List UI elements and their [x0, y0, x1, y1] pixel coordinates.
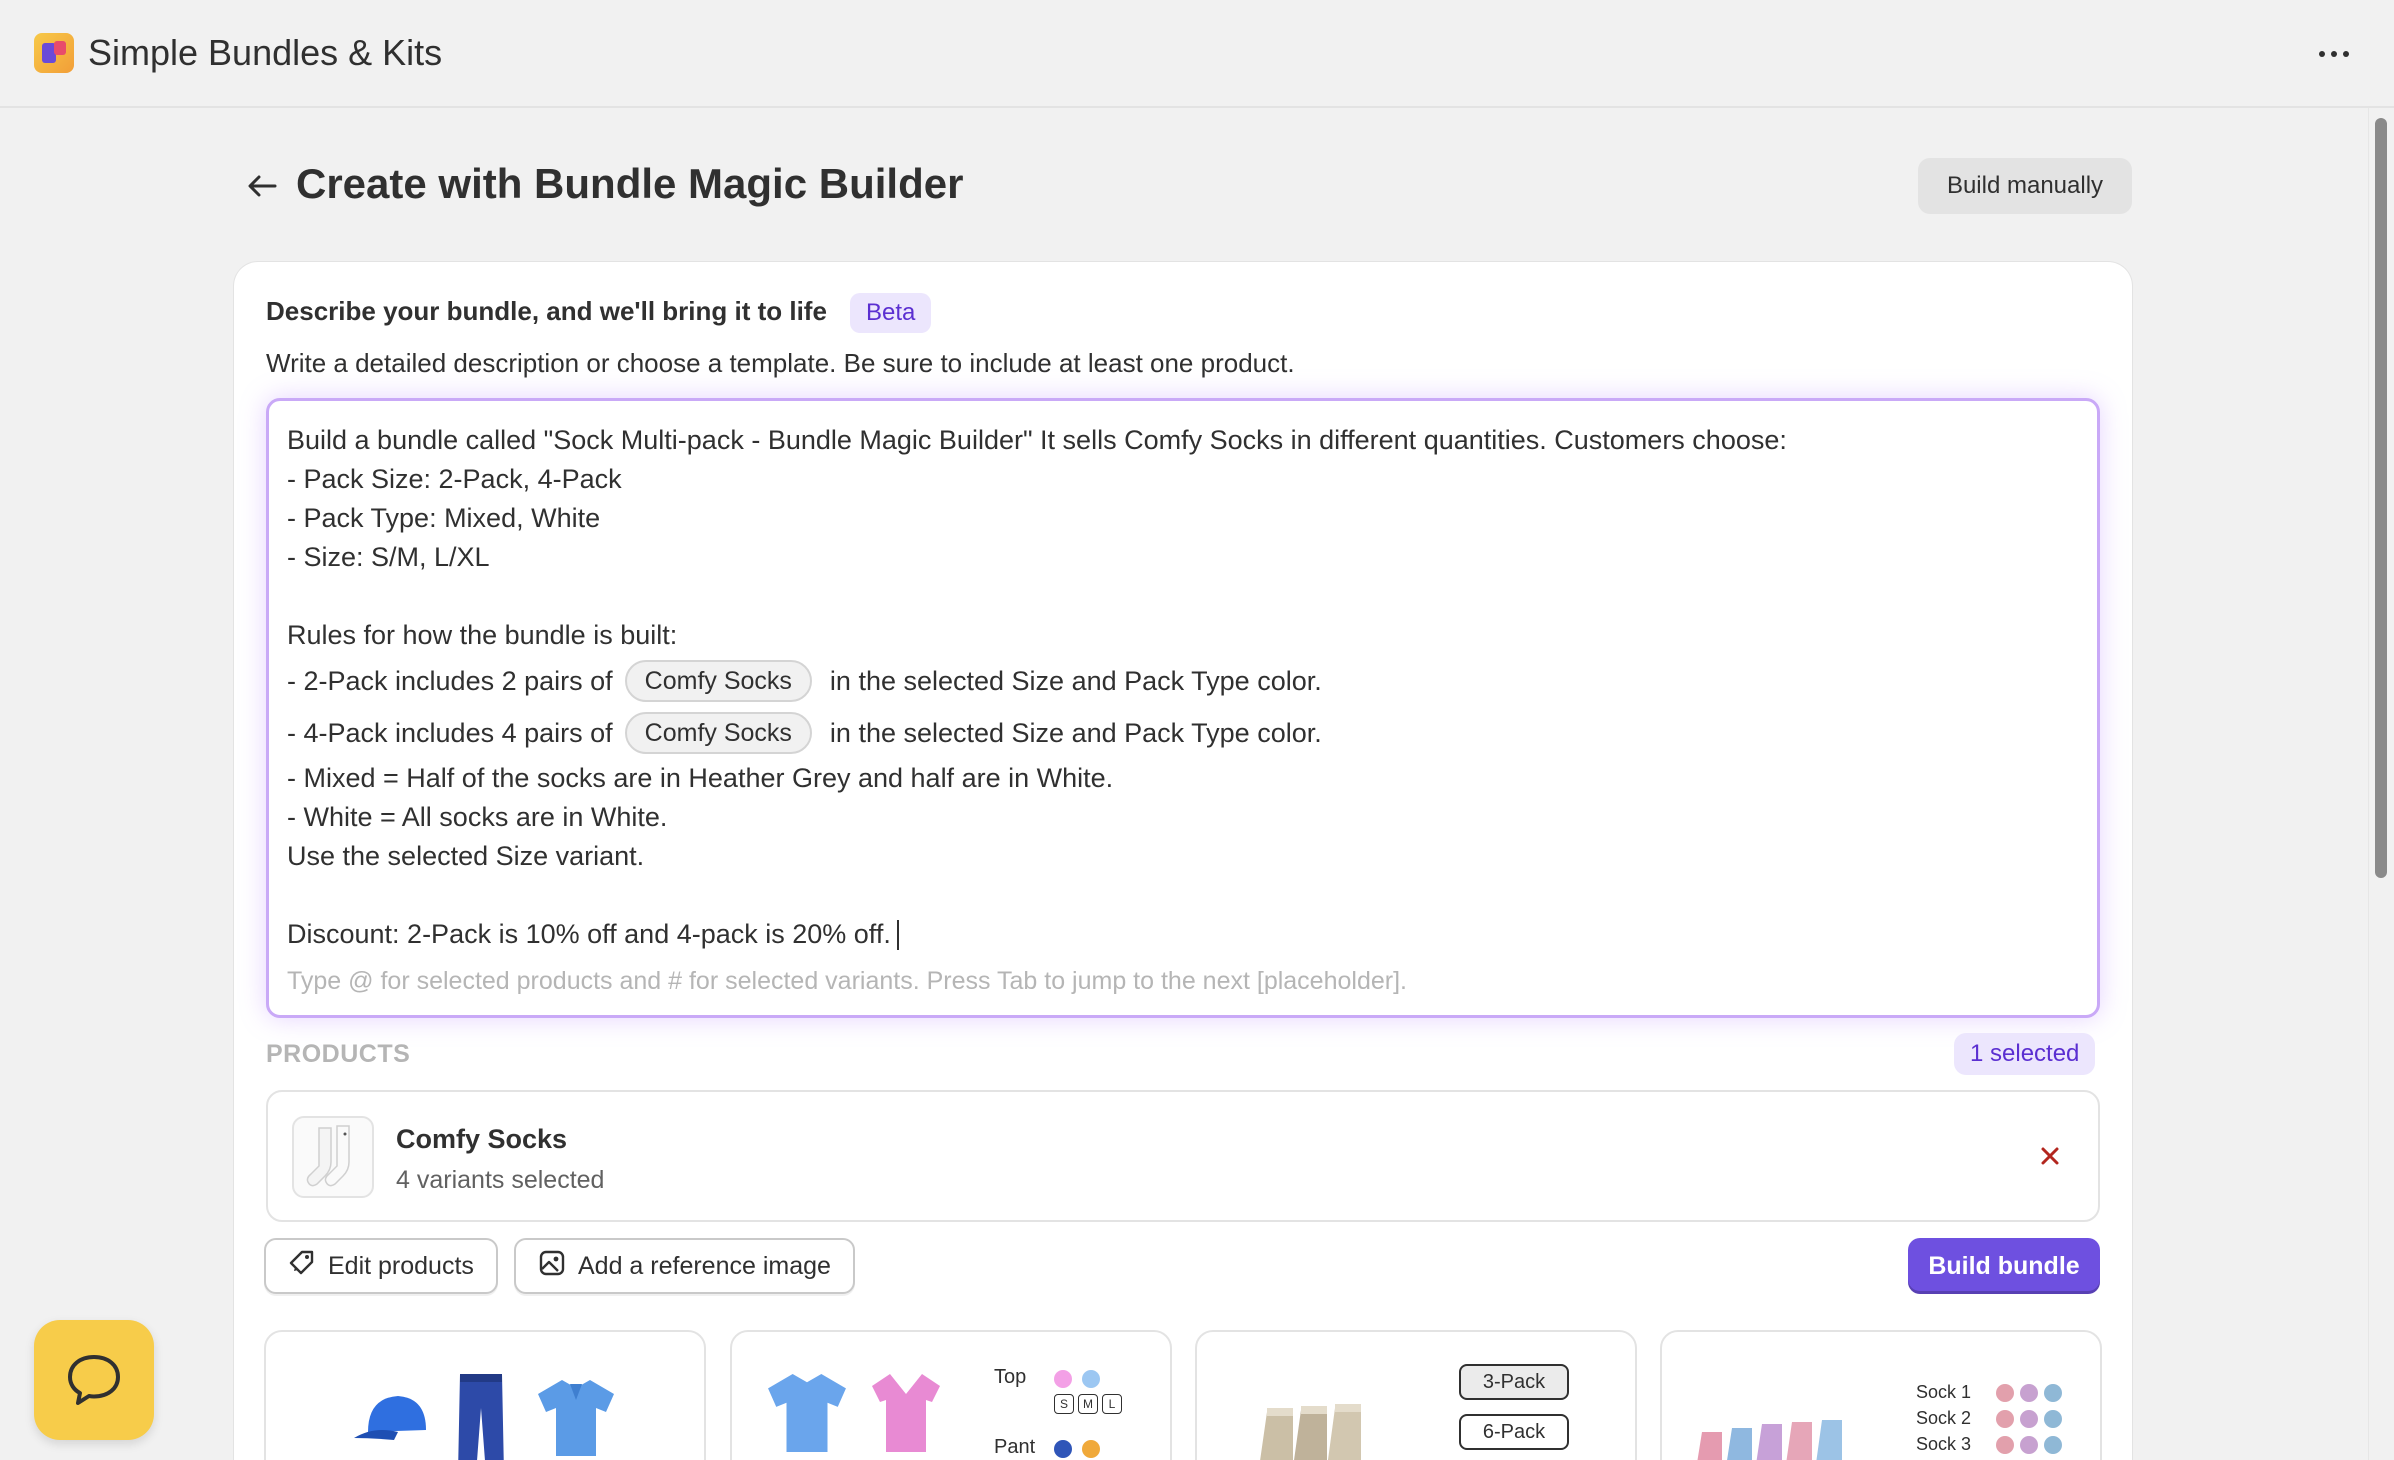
editor-blank-line — [287, 876, 2067, 915]
scrollbar-thumb[interactable] — [2375, 118, 2387, 878]
page-title: Create with Bundle Magic Builder — [296, 160, 964, 207]
editor-line: - 2-Pack includes 2 pairs of Comfy Socks… — [287, 655, 2067, 707]
edit-products-button[interactable]: Edit products — [264, 1238, 498, 1294]
text-caret — [896, 919, 899, 950]
color-swatch — [2020, 1436, 2038, 1454]
color-swatch — [2044, 1410, 2062, 1428]
editor-line: - Mixed = Half of the socks are in Heath… — [287, 763, 1114, 793]
editor-line: Build a bundle called "Sock Multi-pack -… — [287, 425, 1787, 455]
editor-line: Use the selected Size variant. — [287, 841, 645, 871]
template-card-mix-match-socks[interactable]: Sock 1 Sock 2 Sock 3 — [1660, 1330, 2102, 1460]
polo-shirt-icon — [768, 1374, 846, 1452]
product-variants: 4 variants selected — [396, 1166, 605, 1194]
edit-products-label: Edit products — [328, 1251, 474, 1280]
color-swatch — [1996, 1436, 2014, 1454]
size-option: M — [1078, 1394, 1098, 1414]
template-card-top-pant[interactable]: Top S M L Pant — [730, 1330, 1172, 1460]
more-horizontal-icon[interactable] — [2310, 30, 2358, 78]
editor-blank-line — [287, 577, 2067, 616]
color-swatch — [1054, 1440, 1072, 1458]
editor-line: - Pack Size: 2-Pack, 4-Pack — [287, 464, 622, 494]
chat-bubble-icon[interactable] — [34, 1320, 154, 1440]
top-label: Top — [994, 1366, 1027, 1388]
socks-icon — [292, 1116, 374, 1198]
cap-icon — [354, 1396, 426, 1440]
selected-count-badge: 1 selected — [1954, 1033, 2096, 1075]
arrow-left-icon[interactable] — [240, 164, 284, 208]
color-swatch — [1996, 1384, 2014, 1402]
color-swatch — [2044, 1384, 2062, 1402]
color-swatch — [1054, 1370, 1072, 1388]
template-card-outfit[interactable] — [264, 1330, 706, 1460]
close-icon[interactable] — [2032, 1138, 2068, 1174]
tag-edit-icon — [288, 1249, 316, 1284]
product-name: Comfy Socks — [396, 1124, 568, 1154]
editor-line-text: Discount: 2-Pack is 10% off and 4-pack i… — [287, 919, 891, 949]
size-option: S — [1054, 1394, 1074, 1414]
describe-subtext: Write a detailed description or choose a… — [266, 348, 1295, 378]
color-swatch — [2020, 1410, 2038, 1428]
editor-line: - Size: S/M, L/XL — [287, 542, 490, 572]
editor-line: - Pack Type: Mixed, White — [287, 503, 601, 533]
describe-heading: Describe your bundle, and we'll bring it… — [266, 296, 827, 326]
beta-badge: Beta — [850, 293, 932, 333]
editor-line: - 4-Pack includes 4 pairs of Comfy Socks… — [287, 707, 2067, 759]
jeans-icon — [458, 1374, 504, 1460]
product-mention-chip[interactable]: Comfy Socks — [624, 712, 812, 754]
polo-shirt-icon — [538, 1380, 614, 1456]
sock-label: Sock 3 — [1916, 1434, 1972, 1454]
color-swatch — [2020, 1384, 2038, 1402]
editor-line-text: - 2-Pack includes 2 pairs of — [287, 665, 613, 696]
sock-label: Sock 1 — [1916, 1382, 1972, 1402]
editor-hint: Type @ for selected products and # for s… — [287, 967, 1407, 995]
product-mention-chip[interactable]: Comfy Socks — [624, 660, 812, 702]
size-option: L — [1102, 1394, 1122, 1414]
pack-option: 6-Pack — [1459, 1414, 1569, 1450]
app-bar: Simple Bundles & Kits — [0, 0, 2394, 108]
socks-bundle-icon — [1260, 1404, 1361, 1460]
add-reference-image-button[interactable]: Add a reference image — [514, 1238, 855, 1294]
editor-line-text: - 4-Pack includes 4 pairs of — [287, 717, 613, 748]
build-bundle-button[interactable]: Build bundle — [1908, 1238, 2100, 1294]
color-swatch — [1082, 1370, 1100, 1388]
products-label: PRODUCTS — [266, 1040, 411, 1068]
pant-label: Pant — [994, 1436, 1036, 1458]
template-card-multipack[interactable]: 3-Pack 6-Pack — [1195, 1330, 1637, 1460]
add-reference-image-label: Add a reference image — [578, 1251, 831, 1280]
pack-option: 3-Pack — [1459, 1364, 1569, 1400]
color-swatch — [2044, 1436, 2062, 1454]
editor-line: Rules for how the bundle is built: — [287, 620, 678, 650]
colorful-socks-icon — [1697, 1420, 1842, 1460]
color-swatch — [1996, 1410, 2014, 1428]
app-title: Simple Bundles & Kits — [88, 32, 443, 73]
sock-label: Sock 2 — [1916, 1408, 1972, 1428]
editor-line-text: in the selected Size and Pack Type color… — [829, 665, 1322, 696]
editor-line: Discount: 2-Pack is 10% off and 4-pack i… — [287, 915, 2067, 954]
color-swatch — [1082, 1440, 1100, 1458]
editor-line: - White = All socks are in White. — [287, 802, 668, 832]
blouse-icon — [872, 1374, 940, 1452]
product-row: Comfy Socks 4 variants selected — [266, 1090, 2100, 1222]
app-logo-icon — [34, 33, 74, 73]
bundle-description-editor[interactable]: Build a bundle called "Sock Multi-pack -… — [266, 398, 2100, 1018]
editor-line-text: in the selected Size and Pack Type color… — [829, 717, 1322, 748]
build-manually-button[interactable]: Build manually — [1918, 158, 2132, 214]
image-icon — [538, 1249, 566, 1284]
